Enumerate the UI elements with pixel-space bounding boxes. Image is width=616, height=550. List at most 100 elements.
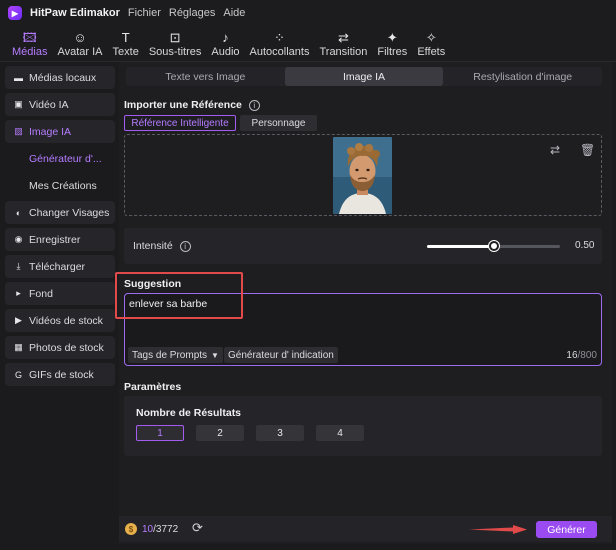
background-icon: ▸ [16, 288, 21, 298]
sidebar-subitem-generateur[interactable]: Générateur d'... [5, 147, 115, 170]
face-swap-icon: ◐ [15, 207, 22, 218]
stock-video-icon: ▶ [15, 315, 22, 325]
menu-aide[interactable]: Aide [223, 7, 245, 19]
suggestion-title: Suggestion [124, 278, 182, 290]
tool-label: Avatar IA [57, 46, 103, 58]
menu-fichier[interactable]: Fichier [128, 7, 161, 19]
transition-icon: ⇄ [337, 30, 349, 45]
prompt-input[interactable]: enlever sa barbe Tags de Prompts ▼ Génér… [124, 293, 602, 366]
sidebar-item-image-ia[interactable]: ▨ Image IA [5, 120, 115, 143]
results-option-2[interactable]: 2 [196, 425, 244, 441]
reference-title-text: Importer une Référence [124, 99, 242, 111]
tool-label: Effets [417, 46, 446, 58]
sidebar-subitem-mes-creations[interactable]: Mes Créations [5, 174, 115, 197]
folder-icon: ▬ [14, 72, 23, 83]
annotation-arrow [469, 525, 527, 534]
character-button[interactable]: Personnage [240, 115, 317, 131]
tab-restylisation[interactable]: Restylisation d'image [443, 67, 602, 86]
reference-image [333, 137, 392, 214]
main-toolbar: 🖾 Médias ☺ Avatar IA T Texte ⊡ Sous-titr… [0, 26, 616, 62]
sidebar-item-label: Photos de stock [29, 341, 104, 354]
sidebar-item-label: Changer Visages [29, 206, 110, 219]
sidebar-item-gifs-stock[interactable]: G GIFs de stock [5, 363, 115, 386]
sidebar-item-label: Image IA [29, 125, 72, 138]
tool-label: Transition [319, 46, 368, 58]
sidebar-item-videos-stock[interactable]: ▶ Vidéos de stock [5, 309, 115, 332]
sidebar-item-label: Vidéo IA [29, 98, 69, 111]
tool-label: Autocollants [249, 46, 310, 58]
tool-sous-titres[interactable]: ⊡ Sous-titres [144, 27, 207, 61]
replace-icon[interactable]: ⇄ [550, 143, 560, 157]
record-icon: ◉ [14, 234, 23, 244]
tool-label: Filtres [377, 46, 408, 58]
intensity-label-text: Intensité [133, 240, 173, 252]
sidebar-item-label: Médias locaux [29, 71, 97, 84]
menu-reglages[interactable]: Réglages [169, 7, 215, 19]
intensity-slider[interactable] [427, 241, 560, 251]
reference-title: Importer une Référence i [124, 99, 260, 111]
sidebar-item-telecharger[interactable]: ⤓ Télécharger [5, 255, 115, 278]
tool-medias[interactable]: 🖾 Médias [7, 27, 52, 61]
tool-transition[interactable]: ⇄ Transition [314, 27, 372, 61]
ai-image-panel: Texte vers Image Image IA Restylisation … [115, 62, 612, 544]
media-sidebar: ▬ Médias locaux ▣ Vidéo IA ▨ Image IA Gé… [5, 66, 115, 544]
tool-effets[interactable]: ✧ Effets [412, 27, 450, 61]
counter-max: /800 [577, 350, 597, 361]
sidebar-item-fond[interactable]: ▸ Fond [5, 282, 115, 305]
chevron-down-icon: ▼ [211, 350, 219, 360]
character-counter: 16/800 [566, 350, 597, 361]
stickers-icon: ⁘ [274, 30, 285, 45]
ai-image-icon: ▨ [14, 126, 23, 136]
sidebar-item-label: GIFs de stock [29, 368, 94, 381]
tab-image-ia[interactable]: Image IA [284, 67, 444, 86]
counter-current: 16 [566, 350, 578, 361]
info-icon[interactable]: i [248, 99, 260, 111]
prompt-text[interactable]: enlever sa barbe [129, 298, 207, 310]
gif-icon: G [14, 369, 22, 380]
results-option-4[interactable]: 4 [316, 425, 364, 441]
smart-reference-button[interactable]: Référence Intelligente [124, 115, 236, 131]
sidebar-item-medias-locaux[interactable]: ▬ Médias locaux [5, 66, 115, 89]
sidebar-item-photos-stock[interactable]: ▦ Photos de stock [5, 336, 115, 359]
refresh-icon[interactable]: ⟳ [192, 520, 203, 536]
tab-texte-vers-image[interactable]: Texte vers Image [126, 67, 285, 86]
audio-icon: ♪ [222, 30, 229, 45]
tool-texte[interactable]: T Texte [108, 27, 144, 61]
prompt-generator-button[interactable]: Générateur d' indication [224, 347, 338, 363]
credits-used: 10 [142, 523, 154, 535]
tool-audio[interactable]: ♪ Audio [206, 27, 244, 61]
app-name: HitPaw Edimakor [30, 7, 120, 19]
sidebar-item-changer-visages[interactable]: ◐ Changer Visages [5, 201, 115, 224]
reference-dropzone[interactable]: ⇄ 🗑 [124, 134, 602, 216]
mode-tabs: Texte vers Image Image IA Restylisation … [126, 67, 602, 86]
bottom-bar: $ 10/3772 ⟳ Générer [119, 516, 612, 542]
intensity-control: Intensité i 0.50 [124, 228, 602, 264]
filters-icon: ✦ [386, 30, 398, 45]
tool-avatar-ia[interactable]: ☺ Avatar IA [52, 27, 107, 61]
tool-label: Audio [211, 46, 240, 58]
params-title: Paramètres [124, 381, 182, 393]
prompt-tags-dropdown[interactable]: Tags de Prompts ▼ [128, 347, 223, 363]
generate-button[interactable]: Générer [536, 521, 597, 538]
sidebar-item-label: Fond [29, 287, 53, 300]
prompt-tags-label: Tags de Prompts [132, 349, 208, 361]
credits-display: $ 10/3772 [125, 521, 178, 537]
tool-autocollants[interactable]: ⁘ Autocollants [245, 27, 315, 61]
info-icon[interactable]: i [179, 240, 191, 252]
coin-icon: $ [125, 523, 137, 535]
tool-label: Médias [12, 46, 48, 58]
ai-video-icon: ▣ [14, 99, 23, 109]
portrait-illustration [333, 137, 392, 214]
results-option-3[interactable]: 3 [256, 425, 304, 441]
avatar-icon: ☺ [73, 30, 87, 45]
slider-thumb[interactable] [488, 241, 499, 251]
trash-icon[interactable]: 🗑 [580, 143, 595, 157]
tool-filtres[interactable]: ✦ Filtres [372, 27, 412, 61]
sidebar-item-enregistrer[interactable]: ◉ Enregistrer [5, 228, 115, 251]
sidebar-item-label: Vidéos de stock [29, 314, 103, 327]
app-logo-icon: ▶ [8, 6, 22, 20]
results-option-1[interactable]: 1 [136, 425, 184, 441]
sidebar-item-label: Enregistrer [29, 233, 81, 246]
sidebar-item-video-ia[interactable]: ▣ Vidéo IA [5, 93, 115, 116]
tool-label: Texte [112, 46, 139, 58]
